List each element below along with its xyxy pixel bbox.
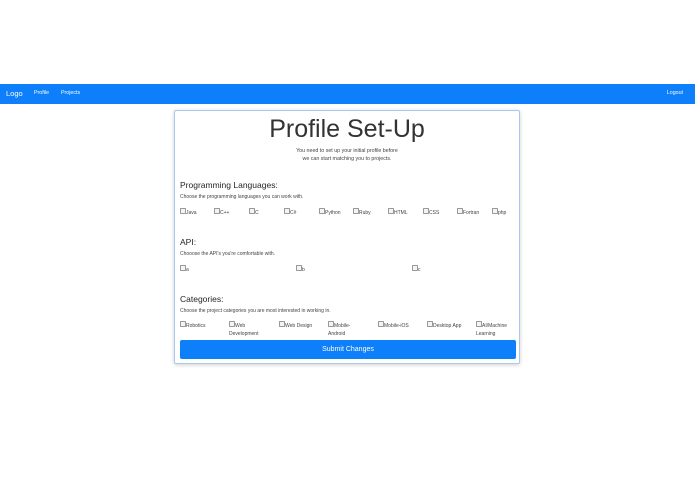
category-option-mobile-android[interactable]: Mobile- Android [328, 321, 350, 338]
checkbox[interactable] [492, 208, 498, 214]
api-option-c[interactable]: c [412, 265, 421, 274]
language-option-csharp[interactable]: C# [284, 208, 296, 217]
language-option-css[interactable]: CSS [423, 208, 439, 217]
option-label: Mobile-iOS [384, 322, 409, 329]
option-label: Learning [476, 330, 496, 337]
checkbox[interactable] [476, 321, 482, 327]
api-description: Chooose the API's you're comfortable wit… [180, 251, 276, 257]
logout-link[interactable]: Logout [667, 90, 683, 96]
checkbox[interactable] [279, 321, 285, 327]
language-option-cpp[interactable]: C++ [214, 208, 229, 217]
option-label: AI/Machine [482, 322, 508, 329]
intro-line: we can start matching you to projects. [302, 156, 392, 162]
option-label: a [186, 266, 189, 273]
category-option-web-design[interactable]: Web Design [279, 321, 312, 330]
option-label: Android [328, 330, 346, 337]
option-label: Robotics [186, 322, 206, 329]
category-option-ai-machine-learning[interactable]: AI/Machine Learning [476, 321, 507, 338]
option-label: Python [325, 209, 341, 216]
categories-description: Choose the project categories you are mo… [180, 308, 331, 314]
checkbox[interactable] [412, 265, 418, 271]
intro-line: You need to set up your initial profile … [296, 148, 398, 154]
option-label: Desktop App [433, 322, 462, 329]
option-label: Mobile- [334, 322, 351, 329]
language-option-c[interactable]: C [249, 208, 259, 217]
option-label: php [498, 209, 507, 216]
category-option-robotics[interactable]: Robotics [180, 321, 205, 330]
checkbox[interactable] [284, 208, 290, 214]
option-label: CSS [429, 209, 440, 216]
page-title: Profile Set-Up [269, 115, 425, 143]
logo-link[interactable]: Logo [6, 89, 23, 98]
option-label: Development [229, 330, 259, 337]
checkbox[interactable] [214, 208, 220, 214]
intro-text: You need to set up your initial profile … [175, 147, 519, 163]
option-label: b [302, 266, 305, 273]
language-option-ruby[interactable]: Ruby [353, 208, 371, 217]
option-label: HTML [394, 209, 408, 216]
option-label: C# [290, 209, 297, 216]
nav-link-profile[interactable]: Profile [34, 90, 49, 96]
languages-description: Choose the programming languages you can… [180, 194, 304, 200]
checkbox[interactable] [296, 265, 302, 271]
option-label: C++ [220, 209, 230, 216]
api-heading: API: [180, 237, 197, 247]
nav-link-projects[interactable]: Projects [61, 90, 80, 96]
checkbox[interactable] [423, 208, 429, 214]
category-option-desktop-app[interactable]: Desktop App [427, 321, 461, 330]
option-label: Web [235, 322, 246, 329]
checkbox[interactable] [427, 321, 433, 327]
category-option-mobile-ios[interactable]: Mobile-iOS [378, 321, 409, 330]
checkbox[interactable] [180, 208, 186, 214]
category-option-web-development[interactable]: Web Development [229, 321, 258, 338]
checkbox[interactable] [249, 208, 255, 214]
language-option-python[interactable]: Python [319, 208, 341, 217]
checkbox[interactable] [353, 208, 359, 214]
option-label: Ruby [359, 209, 371, 216]
checkbox[interactable] [457, 208, 463, 214]
language-option-php[interactable]: php [492, 208, 506, 217]
option-label: Web Design [285, 322, 313, 329]
option-label: Fortran [463, 209, 480, 216]
checkbox[interactable] [378, 321, 384, 327]
option-label: C [255, 209, 259, 216]
api-option-b[interactable]: b [296, 265, 305, 274]
checkbox[interactable] [180, 265, 186, 271]
api-option-a[interactable]: a [180, 265, 189, 274]
checkbox[interactable] [180, 321, 186, 327]
navbar: Logo Profile Projects Logout [0, 84, 695, 104]
checkbox[interactable] [229, 321, 235, 327]
submit-changes-button[interactable]: Submit Changes [180, 340, 516, 359]
checkbox[interactable] [319, 208, 325, 214]
option-label: c [418, 266, 421, 273]
profile-setup-card: Profile Set-Up You need to set up your i… [174, 110, 520, 364]
language-option-html[interactable]: HTML [388, 208, 408, 217]
option-label: Java [186, 209, 197, 216]
languages-heading: Programming Languages: [180, 180, 278, 190]
language-option-fortran[interactable]: Fortran [457, 208, 479, 217]
checkbox[interactable] [328, 321, 334, 327]
checkbox[interactable] [388, 208, 394, 214]
categories-heading: Categories: [180, 294, 224, 304]
language-option-java[interactable]: Java [180, 208, 197, 217]
